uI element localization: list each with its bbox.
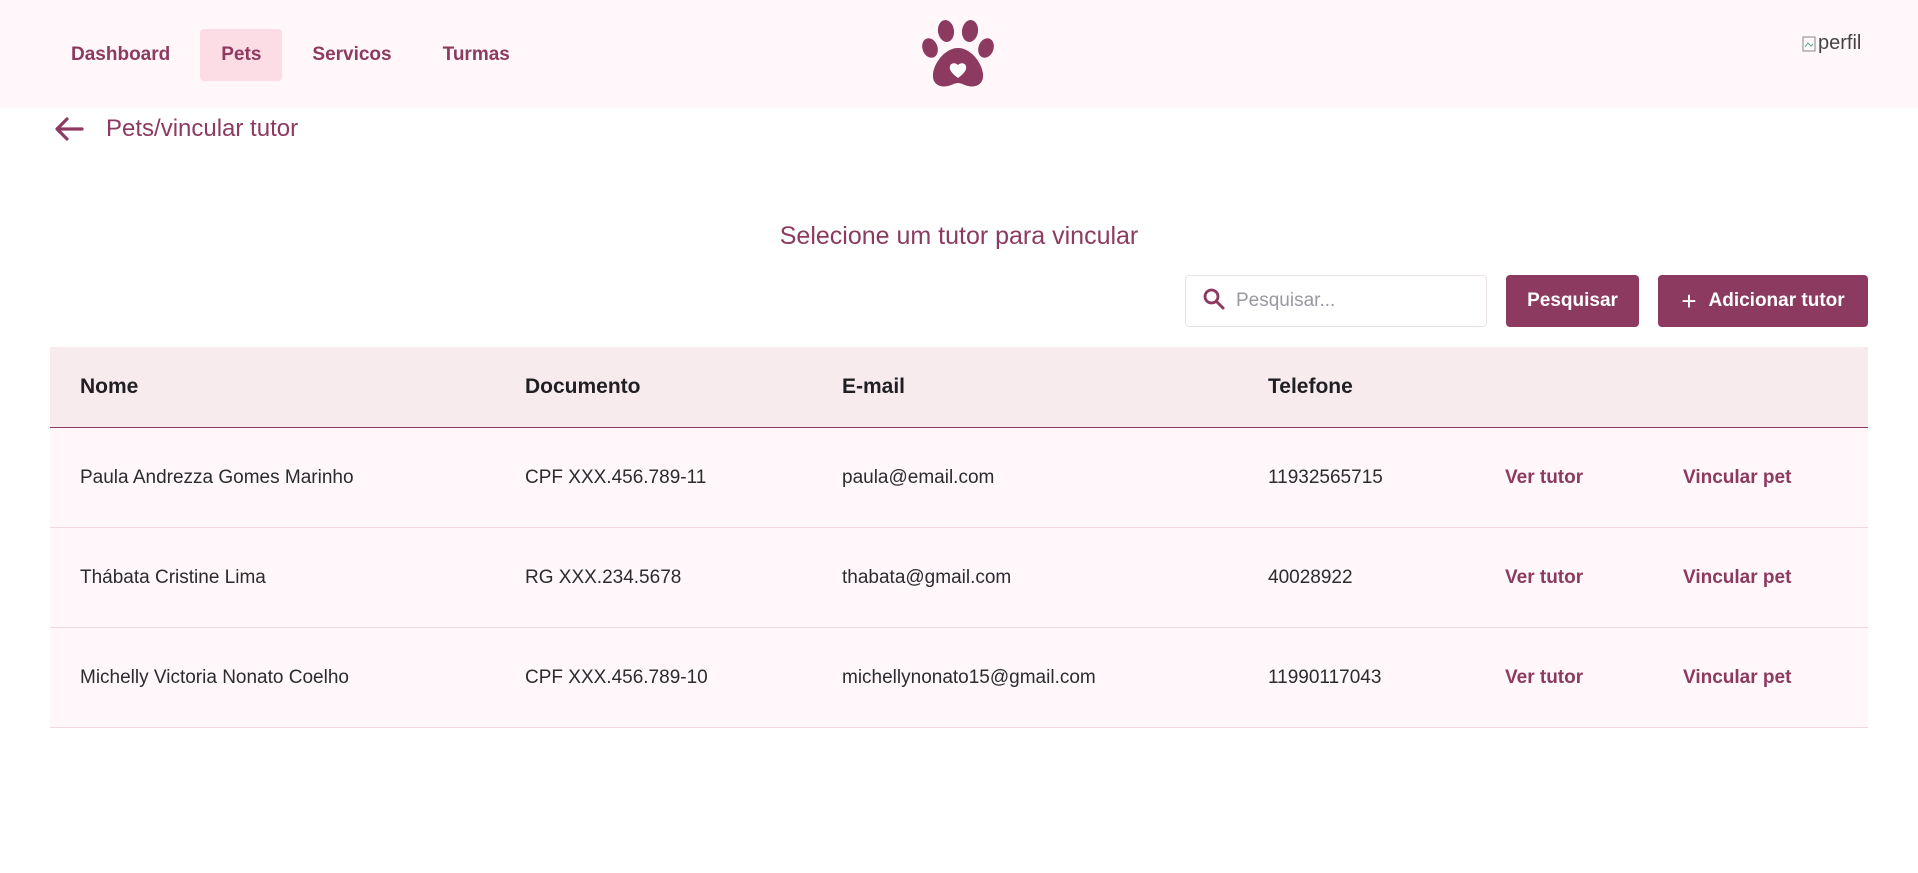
arrow-left-icon[interactable] xyxy=(52,112,86,146)
vincular-pet-link[interactable]: Vincular pet xyxy=(1683,567,1791,589)
top-navbar: Dashboard Pets Servicos Turmas perfil xyxy=(0,0,1918,108)
table-row: Paula Andrezza Gomes Marinho CPF XXX.456… xyxy=(50,428,1868,528)
column-header-telefone: Telefone xyxy=(1268,375,1353,398)
cell-telefone: 11990117043 xyxy=(1268,666,1382,688)
search-icon xyxy=(1202,287,1226,316)
cell-documento: CPF XXX.456.789-11 xyxy=(525,466,707,488)
cell-documento: CPF XXX.456.789-10 xyxy=(525,666,708,688)
column-header-nome: Nome xyxy=(80,375,139,398)
vincular-pet-link[interactable]: Vincular pet xyxy=(1683,467,1791,489)
tutors-table: Nome Documento E-mail Telefone Paula And… xyxy=(50,347,1868,728)
table-row: Michelly Victoria Nonato Coelho CPF XXX.… xyxy=(50,628,1868,728)
nav-item-dashboard[interactable]: Dashboard xyxy=(50,29,191,81)
column-header-documento: Documento xyxy=(525,375,641,398)
nav-item-pets[interactable]: Pets xyxy=(200,29,283,81)
cell-telefone: 11932565715 xyxy=(1268,466,1383,488)
ver-tutor-link[interactable]: Ver tutor xyxy=(1505,567,1583,589)
breadcrumb: Pets/vincular tutor xyxy=(52,112,298,146)
cell-nome: Thábata Cristine Lima xyxy=(80,566,266,588)
cell-email: thabata@gmail.com xyxy=(842,566,1012,588)
cell-email: michellynonato15@gmail.com xyxy=(842,666,1096,688)
search-box[interactable] xyxy=(1185,275,1487,327)
column-header-email: E-mail xyxy=(842,375,906,398)
ver-tutor-link[interactable]: Ver tutor xyxy=(1505,467,1583,489)
broken-image-icon xyxy=(1802,36,1816,51)
breadcrumb-text: Pets/vincular tutor xyxy=(106,115,299,142)
main-nav: Dashboard Pets Servicos Turmas xyxy=(50,29,540,81)
nav-item-servicos[interactable]: Servicos xyxy=(291,29,412,81)
avatar[interactable]: perfil xyxy=(1802,32,1864,55)
page-title: Selecione um tutor para vincular xyxy=(779,222,1139,250)
search-input[interactable] xyxy=(1236,290,1466,312)
cell-nome: Paula Andrezza Gomes Marinho xyxy=(80,466,354,488)
plus-icon: + xyxy=(1681,286,1697,316)
vincular-pet-link[interactable]: Vincular pet xyxy=(1683,667,1791,689)
paw-heart-icon[interactable] xyxy=(920,18,996,90)
cell-nome: Michelly Victoria Nonato Coelho xyxy=(80,666,349,688)
add-tutor-button[interactable]: + Adicionar tutor xyxy=(1658,275,1868,327)
table-header: Nome Documento E-mail Telefone xyxy=(50,347,1868,428)
cell-email: paula@email.com xyxy=(842,466,995,488)
nav-item-turmas[interactable]: Turmas xyxy=(422,29,531,81)
ver-tutor-link[interactable]: Ver tutor xyxy=(1505,667,1583,689)
cell-documento: RG XXX.234.5678 xyxy=(525,566,682,588)
cell-telefone: 40028922 xyxy=(1268,566,1353,588)
add-tutor-label: Adicionar tutor xyxy=(1708,290,1845,311)
table-row: Thábata Cristine Lima RG XXX.234.5678 th… xyxy=(50,528,1868,628)
avatar-alt-text: perfil xyxy=(1818,32,1862,54)
search-button[interactable]: Pesquisar xyxy=(1506,275,1639,327)
